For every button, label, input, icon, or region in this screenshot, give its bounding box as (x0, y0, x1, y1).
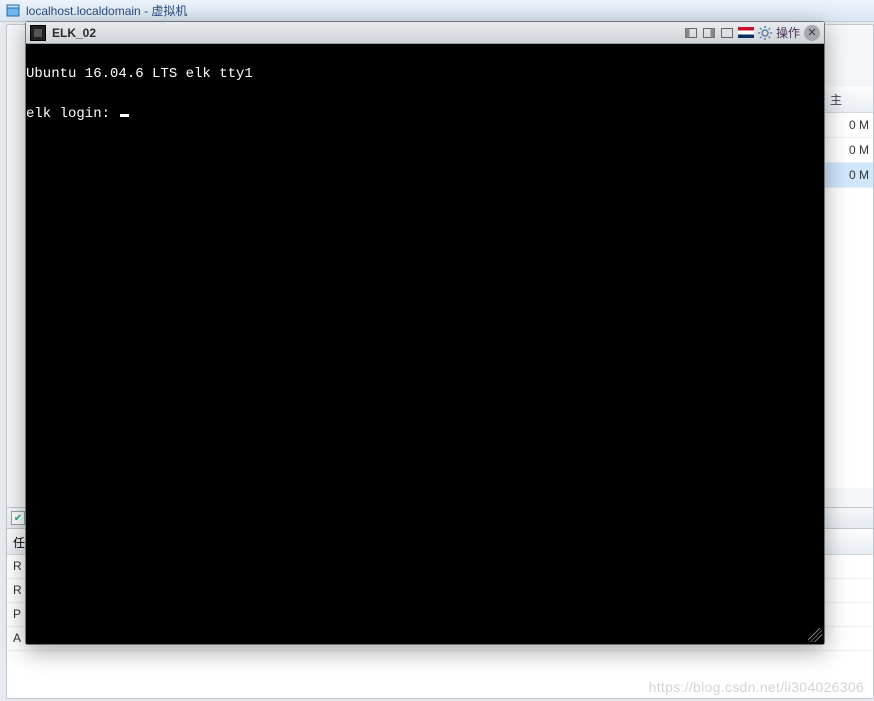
console-window: ELK_02 操作 ✕ Ubuntu 16.04.6 LTS elk tty1 … (25, 21, 825, 645)
terminal-cursor (120, 114, 129, 117)
terminal[interactable]: Ubuntu 16.04.6 LTS elk tty1 elk login: (26, 44, 824, 644)
terminal-prompt: elk login: (26, 106, 118, 122)
vm-icon (6, 4, 20, 18)
terminal-icon (30, 25, 46, 41)
console-titlebar-buttons: 操作 ✕ (684, 24, 820, 41)
right-panel: ▾ 主 0 M 0 M 0 M (823, 87, 873, 488)
keyboard-layout-flag-icon[interactable] (738, 27, 754, 38)
outer-tab-title: localhost.localdomain - 虚拟机 (26, 2, 187, 19)
tasks-check-icon[interactable]: ✔ (11, 511, 25, 525)
right-panel-row-selected[interactable]: 0 M (824, 163, 873, 188)
right-panel-row[interactable]: 0 M (824, 113, 873, 138)
close-icon[interactable]: ✕ (804, 25, 820, 41)
terminal-banner: Ubuntu 16.04.6 LTS elk tty1 (26, 66, 253, 82)
right-panel-header[interactable]: ▾ 主 (824, 87, 873, 113)
console-title: ELK_02 (52, 26, 96, 40)
right-panel-cell: 0 M (849, 168, 869, 182)
gear-icon[interactable] (758, 26, 772, 40)
right-panel-cell: 0 M (849, 118, 869, 132)
dock-left-icon[interactable] (684, 26, 698, 40)
right-panel-cell: 0 M (849, 143, 869, 157)
console-titlebar[interactable]: ELK_02 操作 ✕ (26, 22, 824, 44)
outer-tab[interactable]: localhost.localdomain - 虚拟机 (0, 0, 874, 22)
right-panel-row[interactable]: 0 M (824, 138, 873, 163)
restore-icon[interactable] (720, 26, 734, 40)
ops-menu-label[interactable]: 操作 (776, 24, 800, 41)
right-panel-header-label: 主 (830, 91, 842, 108)
resize-grip-icon[interactable] (808, 628, 822, 642)
dock-right-icon[interactable] (702, 26, 716, 40)
